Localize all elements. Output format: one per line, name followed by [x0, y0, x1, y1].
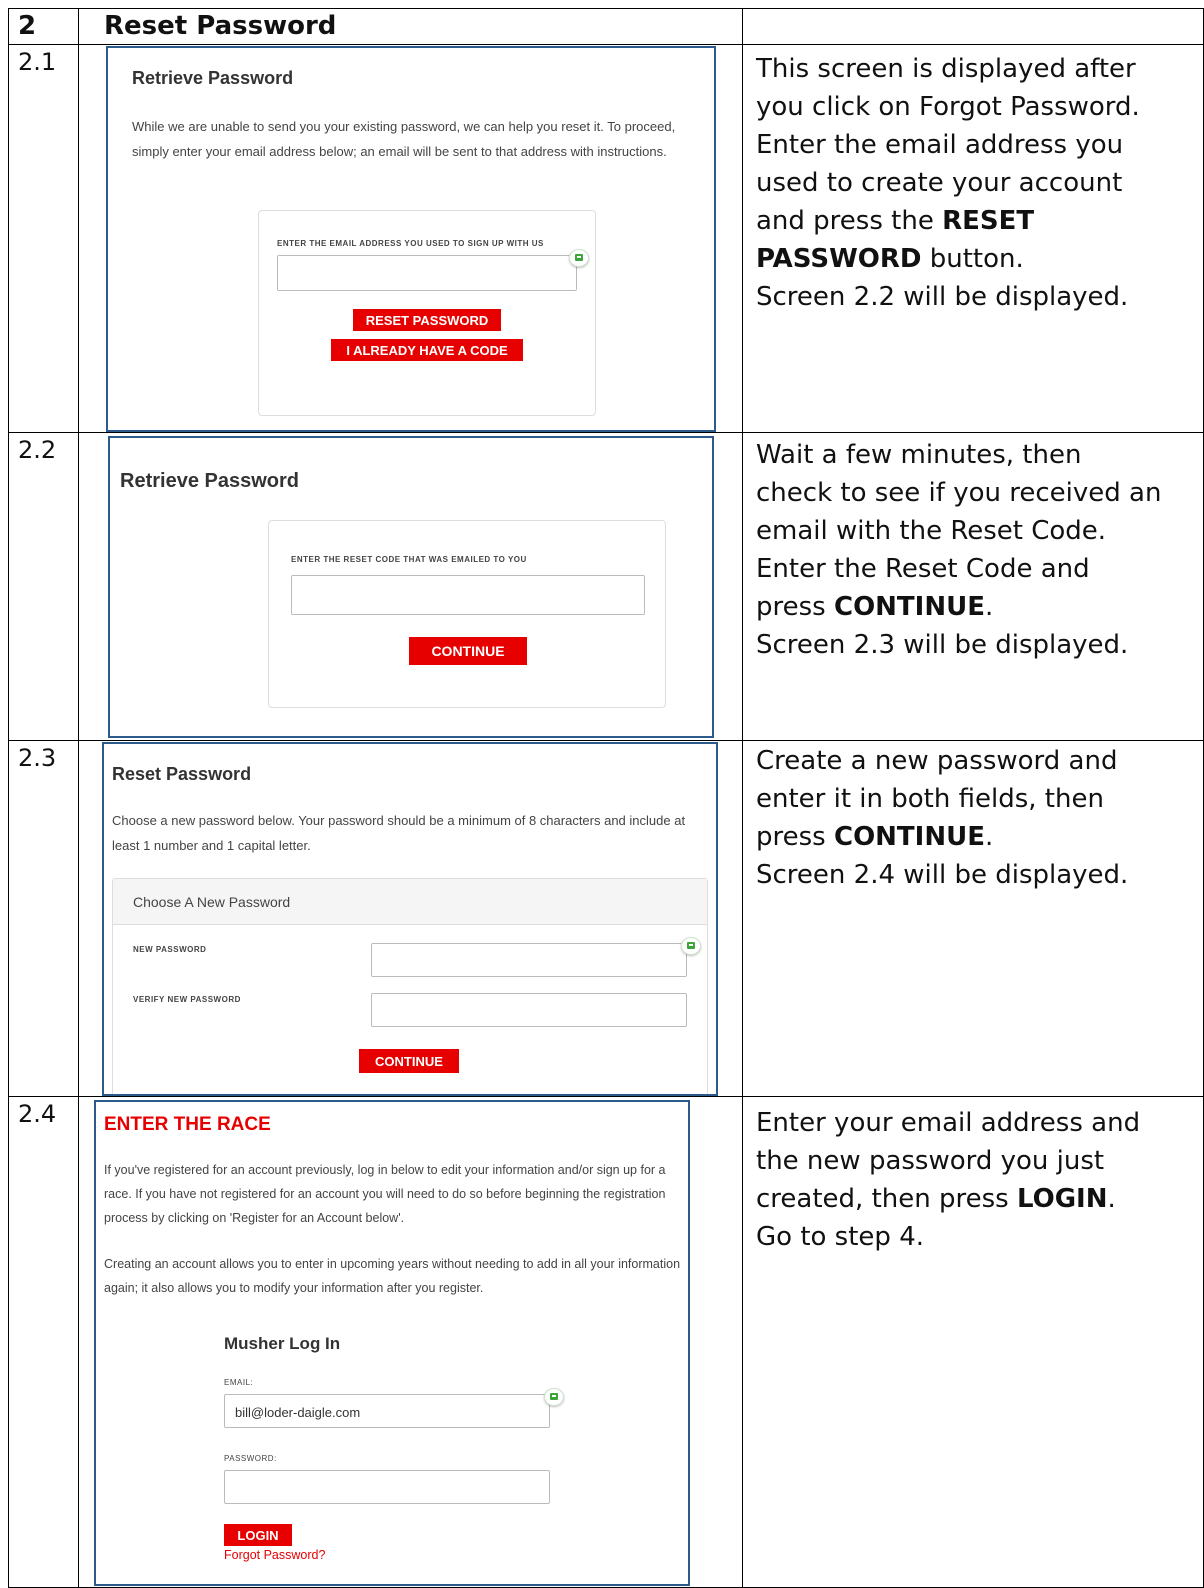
- password-manager-icon[interactable]: [681, 937, 701, 955]
- screenshot-reset-password: Reset Password Choose a new password bel…: [102, 742, 718, 1096]
- step-number: 2.4: [18, 1100, 57, 1128]
- description-line: Wait a few minutes, then: [756, 440, 1082, 470]
- emphasized-term: CONTINUE: [833, 822, 985, 852]
- section-number: 2: [18, 11, 37, 41]
- panel-heading: Choose A New Password: [113, 879, 707, 925]
- table-border: [78, 8, 79, 1588]
- screenshot-retrieve-password-email: Retrieve Password While we are unable to…: [106, 46, 716, 432]
- step-number: 2.1: [18, 48, 57, 76]
- description-line: press CONTINUE.: [756, 592, 994, 622]
- table-border: [8, 8, 1204, 9]
- account-benefit-text: Creating an account allows you to enter …: [104, 1257, 681, 1295]
- code-field-label: ENTER THE RESET CODE THAT WAS EMAILED TO…: [291, 555, 527, 564]
- screenshot-enter-the-race: ENTER THE RACE If you've registered for …: [94, 1100, 690, 1586]
- login-heading: Musher Log In: [224, 1334, 341, 1353]
- description-line: Enter the email address you: [756, 130, 1124, 160]
- step-number: 2.2: [18, 436, 57, 464]
- step-description: This screen is displayed after you click …: [744, 50, 1194, 316]
- login-button[interactable]: LOGIN: [224, 1524, 292, 1546]
- table-border: [8, 1096, 1204, 1097]
- description-line: Screen 2.4 will be displayed.: [756, 860, 1129, 890]
- description-line: Screen 2.2 will be displayed.: [756, 282, 1129, 312]
- reset-password-button[interactable]: RESET PASSWORD: [353, 309, 501, 331]
- email-input[interactable]: [277, 255, 577, 291]
- page-title: Reset Password: [112, 764, 252, 784]
- page-title: ENTER THE RACE: [104, 1114, 271, 1135]
- table-border: [742, 8, 743, 1588]
- forgot-password-link[interactable]: Forgot Password?: [224, 1548, 325, 1562]
- table-border: [8, 740, 1204, 741]
- description-line: email with the Reset Code.: [756, 516, 1107, 546]
- description-line: This screen is displayed after: [756, 54, 1136, 84]
- emphasized-term: RESET: [942, 206, 1035, 236]
- instruction-table: 2 Reset Password 2.1 2.2 2.3 2.4 This sc…: [0, 0, 1204, 1588]
- email-field-label: ENTER THE EMAIL ADDRESS YOU USED TO SIGN…: [277, 239, 544, 248]
- email-input[interactable]: bill@loder-daigle.com: [224, 1394, 550, 1428]
- email-label: EMAIL:: [224, 1378, 254, 1387]
- description-line: Enter your email address and: [756, 1108, 1141, 1138]
- login-intro-text: If you've registered for an account prev…: [104, 1163, 666, 1225]
- step-description: Wait a few minutes, then check to see if …: [744, 436, 1194, 664]
- page-title: Retrieve Password: [132, 68, 294, 88]
- description-line: PASSWORD button.: [756, 244, 1024, 274]
- description-line: check to see if you received an: [756, 478, 1162, 508]
- password-input[interactable]: [224, 1470, 550, 1504]
- form-card: ENTER THE RESET CODE THAT WAS EMAILED TO…: [268, 520, 666, 708]
- description-line: the new password you just: [756, 1146, 1105, 1176]
- description-line: press CONTINUE.: [756, 822, 994, 852]
- section-title: Reset Password: [104, 11, 337, 41]
- emphasized-term: CONTINUE: [833, 592, 985, 622]
- description-line: created, then press LOGIN.: [756, 1184, 1116, 1214]
- already-have-code-button[interactable]: I ALREADY HAVE A CODE: [331, 339, 523, 361]
- description-line: used to create your account: [756, 168, 1123, 198]
- step-description: Create a new password and enter it in bot…: [744, 742, 1194, 894]
- description-line: Create a new password and: [756, 746, 1118, 776]
- password-manager-icon[interactable]: [569, 249, 589, 267]
- form-card: ENTER THE EMAIL ADDRESS YOU USED TO SIGN…: [258, 210, 596, 416]
- emphasized-term: LOGIN: [1016, 1184, 1108, 1214]
- table-border: [8, 432, 1204, 433]
- reset-code-input[interactable]: [291, 575, 645, 615]
- password-rules-text: Choose a new password below. Your passwo…: [112, 813, 686, 853]
- new-password-input[interactable]: [371, 943, 687, 977]
- description-line: enter it in both fields, then: [756, 784, 1104, 814]
- password-label: PASSWORD:: [224, 1454, 277, 1463]
- step-description: Enter your email address and the new pass…: [744, 1104, 1194, 1256]
- new-password-panel: Choose A New Password NEW PASSWORD VERIF…: [112, 878, 708, 1094]
- table-border: [8, 8, 9, 1588]
- description-line: you click on Forgot Password.: [756, 92, 1140, 122]
- continue-button[interactable]: CONTINUE: [409, 637, 527, 665]
- instructions-text: While we are unable to send you your exi…: [132, 119, 676, 159]
- description-line: Screen 2.3 will be displayed.: [756, 630, 1129, 660]
- screenshot-retrieve-password-code: Retrieve Password ENTER THE RESET CODE T…: [108, 436, 714, 738]
- password-manager-icon[interactable]: [544, 1388, 564, 1406]
- new-password-label: NEW PASSWORD: [133, 945, 207, 954]
- step-number: 2.3: [18, 744, 57, 772]
- table-border: [8, 44, 1204, 45]
- verify-password-input[interactable]: [371, 993, 687, 1027]
- description-line: Go to step 4.: [756, 1222, 924, 1252]
- description-line: and press the RESET: [756, 206, 1035, 236]
- verify-password-label: VERIFY NEW PASSWORD: [133, 995, 241, 1004]
- continue-button[interactable]: CONTINUE: [359, 1049, 459, 1073]
- description-line: Enter the Reset Code and: [756, 554, 1090, 584]
- page-title: Retrieve Password: [120, 470, 299, 492]
- emphasized-term: PASSWORD: [756, 244, 922, 274]
